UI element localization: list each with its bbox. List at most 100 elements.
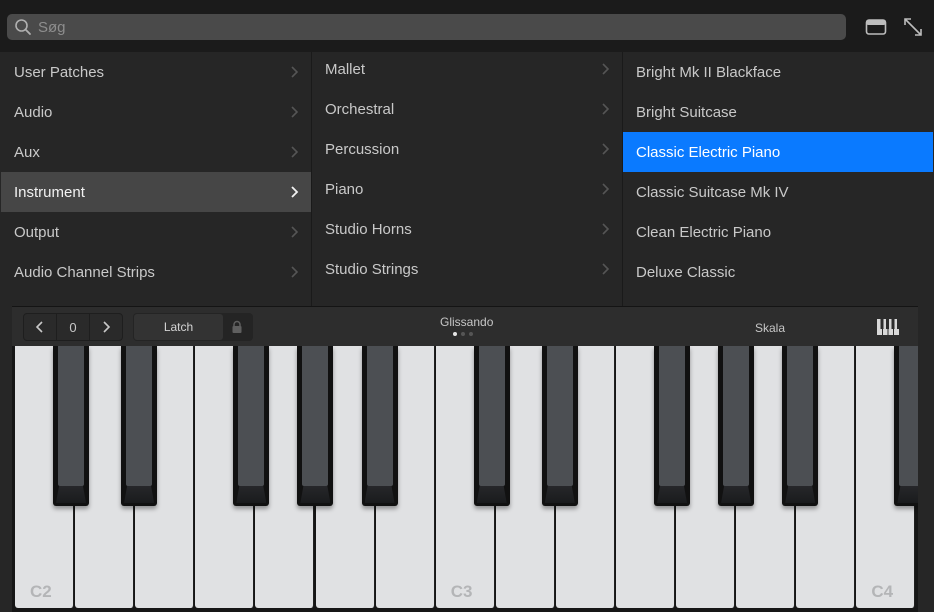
black-key-front (785, 486, 816, 503)
black-key-fsharp2[interactable] (233, 346, 270, 506)
black-key-front (236, 486, 267, 503)
category-item-audio[interactable]: Audio (1, 92, 311, 132)
chevron-right-icon (600, 302, 610, 303)
black-key-fsharp3[interactable] (654, 346, 690, 506)
chevron-right-icon (291, 146, 299, 158)
subcategory-item-piano[interactable]: Piano (312, 169, 622, 209)
black-key-front (364, 486, 395, 503)
mode-label[interactable]: Glissando (440, 315, 493, 329)
chevron-right-icon (602, 183, 610, 195)
chevron-right-icon (602, 63, 610, 75)
patch-browser: User Patches Audio Aux Instrument Output… (0, 52, 934, 306)
black-key-face (659, 346, 685, 486)
black-key-front (657, 486, 687, 503)
chevron-right-icon (291, 226, 299, 238)
patch-item[interactable]: Bright Mk II Blackface (623, 52, 933, 92)
latch-control: Latch (133, 313, 253, 341)
category-label: Output (14, 223, 60, 241)
category-label: Audio Channel Strips (14, 263, 155, 281)
category-item-aux[interactable]: Aux (1, 132, 311, 172)
subcategory-item-studio-strings[interactable]: Studio Strings (312, 249, 622, 289)
category-item-output[interactable]: Output (1, 212, 311, 252)
black-key-face (478, 346, 505, 486)
page-dot (469, 332, 473, 336)
chevron-right-icon (291, 186, 299, 198)
top-bar (0, 0, 934, 52)
black-key-face (366, 346, 393, 486)
black-key-front (300, 486, 331, 503)
expand-icon (904, 18, 922, 36)
search-input[interactable] (38, 18, 818, 36)
chevron-right-icon (291, 106, 299, 118)
chevron-left-icon (36, 321, 43, 333)
window-layout-icon (865, 19, 887, 35)
subcategory-label: Studio Horns (325, 220, 412, 238)
chevron-right-icon (103, 321, 110, 333)
chevron-right-icon (602, 223, 610, 235)
chevron-right-icon (291, 66, 299, 78)
page-indicator[interactable] (453, 332, 473, 336)
page-dot (461, 332, 465, 336)
patch-item-selected[interactable]: Classic Electric Piano (623, 132, 933, 172)
black-key-asharp2[interactable] (361, 346, 398, 506)
black-key-csharp2[interactable] (53, 346, 89, 506)
black-key-gsharp2[interactable] (297, 346, 334, 506)
page-dot-active (453, 332, 457, 336)
category-item-instrument[interactable]: Instrument (1, 172, 311, 212)
patch-column: Bright Mk II Blackface Bright Suitcase C… (623, 52, 933, 306)
piano-keyboard: C2 C3 C4 (12, 346, 918, 612)
black-key-csharp3[interactable] (473, 346, 510, 506)
subcategory-item-percussion[interactable]: Percussion (312, 129, 622, 169)
black-key-front (544, 486, 575, 503)
category-item-user-patches[interactable]: User Patches (1, 52, 311, 92)
subcategory-column: Mallet Orchestral Percussion Piano Studi… (312, 52, 622, 303)
black-key-face (723, 346, 750, 486)
expand-button[interactable] (901, 15, 925, 39)
octave-up-button[interactable] (90, 314, 122, 340)
black-key-front (897, 486, 918, 503)
chevron-right-icon (291, 266, 299, 278)
lock-icon[interactable] (230, 320, 244, 334)
black-key-gsharp3[interactable] (718, 346, 755, 506)
black-key-dsharp3[interactable] (541, 346, 578, 506)
note-label: C4 (871, 582, 894, 601)
patch-label: Classic Electric Piano (636, 143, 781, 161)
subcategory-item-synthesizer[interactable]: Synthesizer (312, 289, 622, 304)
note-label: C2 (30, 582, 52, 601)
subcategory-label: Piano (325, 180, 364, 198)
subcategory-item-orchestral[interactable]: Orchestral (312, 89, 622, 129)
window-layout-button[interactable] (864, 15, 888, 39)
subcategory-label: Mallet (325, 60, 366, 78)
black-key-face (126, 346, 153, 486)
patch-item[interactable]: Clean Electric Piano (623, 212, 933, 252)
category-item-audio-channel-strips[interactable]: Audio Channel Strips (1, 252, 311, 292)
subcategory-item-mallet[interactable]: Mallet (312, 52, 622, 89)
patch-item[interactable]: Deluxe Classic (623, 252, 933, 292)
keyboard-icon[interactable] (876, 318, 900, 336)
keyboard-right-margin (918, 306, 934, 612)
patch-label: Classic Suitcase Mk IV (636, 183, 789, 201)
patch-label: Clean Electric Piano (636, 223, 772, 241)
black-key-csharp4[interactable] (894, 346, 918, 506)
latch-button[interactable]: Latch (134, 314, 223, 340)
patch-item[interactable]: Bright Suitcase (623, 92, 933, 132)
black-key-front (124, 486, 155, 503)
subcategory-label: Percussion (325, 140, 400, 158)
black-key-face (58, 346, 84, 486)
patch-item[interactable]: Classic Suitcase Mk IV (623, 172, 933, 212)
chevron-right-icon (602, 103, 610, 115)
search-bar[interactable] (7, 14, 846, 40)
patch-label: Deluxe Classic (636, 263, 736, 281)
search-icon (14, 18, 32, 36)
octave-value: 0 (56, 314, 90, 340)
black-key-dsharp2[interactable] (121, 346, 158, 506)
category-label: Aux (14, 143, 40, 161)
chevron-right-icon (602, 263, 610, 275)
octave-down-button[interactable] (24, 314, 56, 340)
chevron-right-icon (602, 143, 610, 155)
subcategory-item-studio-horns[interactable]: Studio Horns (312, 209, 622, 249)
subcategory-label: Studio Strings (325, 260, 419, 278)
category-label: User Patches (14, 63, 105, 81)
scale-button[interactable]: Skala (755, 321, 785, 335)
black-key-asharp3[interactable] (782, 346, 819, 506)
